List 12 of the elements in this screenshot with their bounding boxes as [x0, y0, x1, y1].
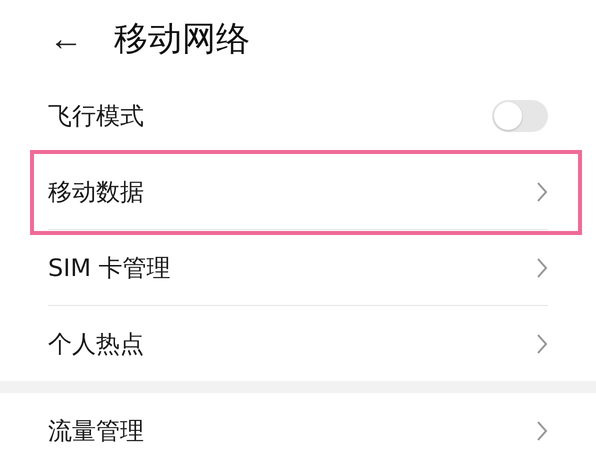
chevron-icon [536, 420, 548, 442]
setting-label[interactable]: 流量管理 [48, 414, 144, 446]
setting-label[interactable]: 个人热点 [48, 328, 144, 360]
setting-label[interactable]: 移动数据 [48, 176, 144, 208]
toggle-switch[interactable] [492, 100, 548, 132]
chevron-icon [536, 256, 548, 278]
setting-label[interactable]: SIM 卡管理 [48, 252, 171, 284]
page-title: 移动网络 [114, 18, 250, 61]
back-button[interactable]: ← [48, 22, 84, 56]
chevron-icon [536, 180, 548, 202]
setting-label[interactable]: 飞行模式 [48, 100, 144, 132]
chevron-icon [536, 332, 548, 354]
